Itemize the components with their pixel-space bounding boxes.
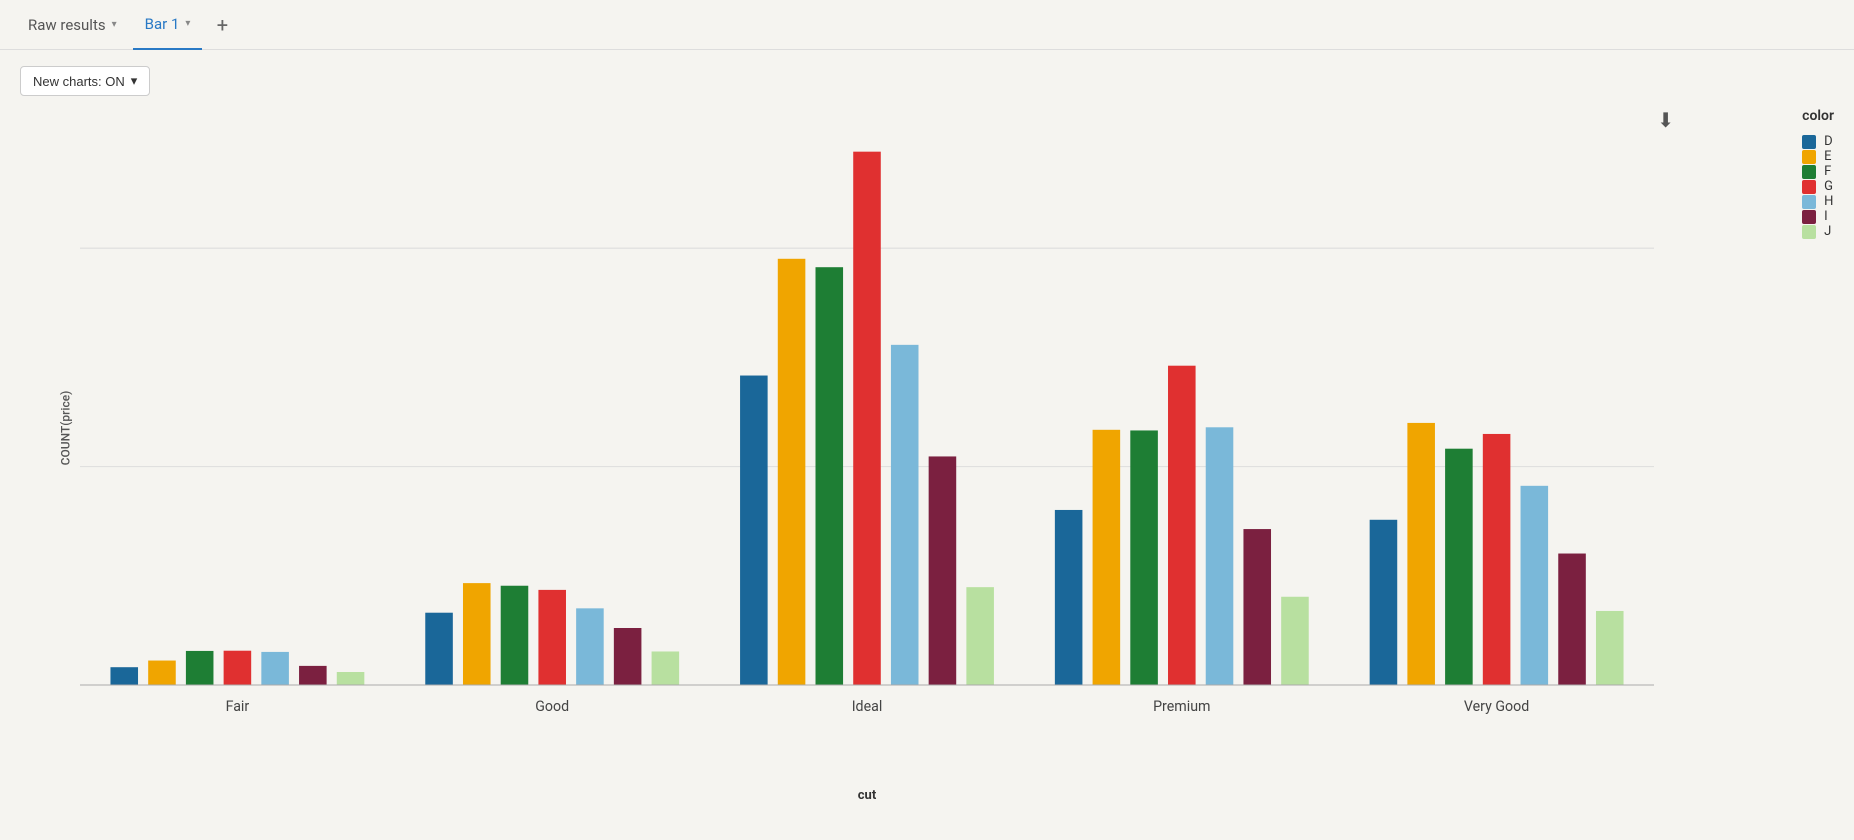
- legend-color-f: [1802, 165, 1816, 179]
- bar-very-good-j: [1596, 611, 1624, 685]
- bar-ideal-e: [778, 259, 806, 685]
- chart-svg-area: 4K2K0FairGoodIdealPremiumVery Good: [80, 118, 1654, 748]
- legend-color-h: [1802, 195, 1816, 209]
- legend-item-j: J: [1802, 224, 1834, 239]
- svg-text:Very Good: Very Good: [1464, 698, 1529, 715]
- svg-text:Ideal: Ideal: [852, 698, 883, 715]
- legend-label-f: F: [1824, 164, 1831, 179]
- bar-very-good-h: [1521, 486, 1549, 685]
- legend-item-h: H: [1802, 194, 1834, 209]
- legend-label-i: I: [1824, 209, 1828, 224]
- legend-label-e: E: [1824, 149, 1831, 164]
- legend: color D E F G H I J: [1802, 108, 1834, 239]
- download-button[interactable]: ⬇: [1657, 108, 1674, 132]
- legend-item-g: G: [1802, 179, 1834, 194]
- bar-good-i: [614, 628, 642, 685]
- bar-very-good-i: [1558, 554, 1586, 685]
- bar-premium-j: [1281, 597, 1309, 685]
- bar-fair-j: [337, 672, 365, 685]
- new-charts-chevron: ▾: [131, 73, 138, 89]
- legend-color-g: [1802, 180, 1816, 194]
- bar-premium-f: [1130, 430, 1158, 685]
- bar-premium-d: [1055, 510, 1083, 685]
- x-axis-label: cut: [80, 788, 1654, 803]
- bar-premium-i: [1243, 529, 1271, 685]
- svg-text:Good: Good: [535, 698, 569, 715]
- bar-good-h: [576, 608, 604, 685]
- bar-good-d: [425, 613, 453, 685]
- legend-item-d: D: [1802, 134, 1834, 149]
- bar-fair-f: [186, 651, 214, 685]
- chart-container: New charts: ON ▾ ⬇ color D E F G H I J: [0, 50, 1854, 840]
- y-axis-label: COUNT(price): [58, 391, 72, 466]
- bar-fair-g: [224, 651, 252, 685]
- legend-title: color: [1802, 108, 1834, 124]
- tab-raw-results-label: Raw results: [28, 16, 106, 34]
- svg-text:Premium: Premium: [1153, 698, 1210, 715]
- bar-ideal-h: [891, 345, 919, 685]
- new-charts-label: New charts: ON: [33, 74, 125, 89]
- download-icon: ⬇: [1657, 108, 1674, 132]
- chart-toolbar: New charts: ON ▾: [20, 66, 1834, 96]
- legend-item-e: E: [1802, 149, 1834, 164]
- bar-fair-d: [110, 667, 138, 685]
- bar-premium-g: [1168, 366, 1196, 685]
- tab-bar-1-label: Bar 1: [145, 15, 180, 33]
- new-charts-toggle[interactable]: New charts: ON ▾: [20, 66, 150, 96]
- bar-ideal-j: [966, 587, 994, 685]
- bar-very-good-e: [1407, 423, 1435, 685]
- bar-premium-h: [1206, 427, 1234, 685]
- tab-raw-results-chevron: ▾: [112, 19, 117, 30]
- bar-ideal-i: [929, 456, 957, 685]
- legend-color-j: [1802, 225, 1816, 239]
- tab-bar-1[interactable]: Bar 1 ▾: [133, 0, 203, 50]
- chart-area: ⬇ color D E F G H I J COUNT(price) 4: [20, 108, 1834, 808]
- legend-item-i: I: [1802, 209, 1834, 224]
- legend-label-j: J: [1824, 224, 1831, 239]
- bar-ideal-d: [740, 376, 768, 685]
- legend-label-d: D: [1824, 134, 1833, 149]
- add-tab-button[interactable]: +: [206, 9, 238, 41]
- bar-very-good-d: [1370, 520, 1398, 685]
- bar-fair-h: [261, 652, 289, 685]
- bar-ideal-g: [853, 152, 881, 685]
- legend-item-f: F: [1802, 164, 1834, 179]
- svg-text:Fair: Fair: [226, 698, 250, 715]
- bar-premium-e: [1093, 430, 1121, 685]
- legend-color-d: [1802, 135, 1816, 149]
- bar-good-j: [652, 651, 680, 685]
- legend-color-i: [1802, 210, 1816, 224]
- tab-raw-results[interactable]: Raw results ▾: [16, 0, 129, 50]
- bar-good-e: [463, 583, 491, 685]
- tab-bar-1-chevron: ▾: [185, 18, 190, 29]
- bar-ideal-f: [816, 267, 844, 685]
- bar-fair-e: [148, 661, 176, 685]
- legend-color-e: [1802, 150, 1816, 164]
- legend-label-h: H: [1824, 194, 1833, 209]
- bar-very-good-g: [1483, 434, 1511, 685]
- bar-good-f: [501, 586, 529, 685]
- bar-very-good-f: [1445, 449, 1473, 685]
- legend-label-g: G: [1824, 179, 1833, 194]
- bar-good-g: [538, 590, 566, 685]
- bar-fair-i: [299, 666, 327, 685]
- tab-bar: Raw results ▾ Bar 1 ▾ +: [0, 0, 1854, 50]
